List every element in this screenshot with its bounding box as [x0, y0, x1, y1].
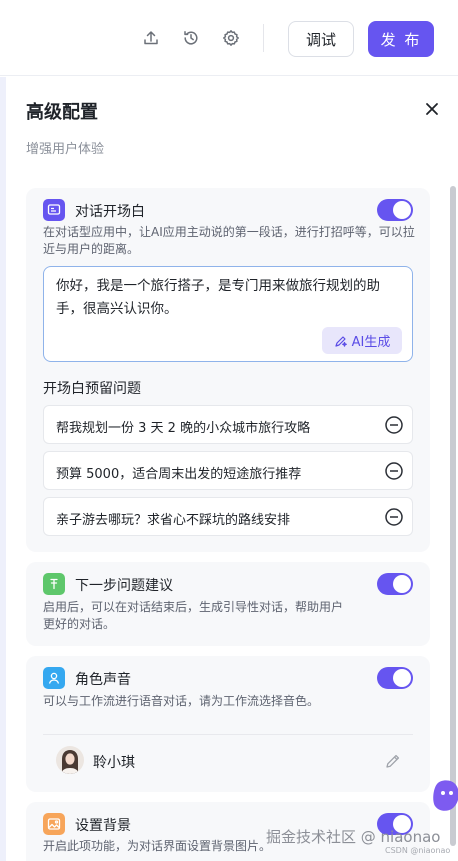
ai-generate-button[interactable]: AI生成	[322, 327, 402, 354]
preset-question-text[interactable]: 亲子游去哪玩？求省心不踩坑的路线安排	[56, 509, 290, 528]
preset-question-text[interactable]: 预算 5000，适合周末出发的短途旅行推荐	[56, 463, 301, 482]
panel-title: 高级配置	[26, 102, 98, 123]
next-step-description: 启用后，可以在对话结束后，生成引导性对话，帮助用户更好的对话。	[43, 600, 344, 631]
voice-description: 可以与工作流进行语音对话，请为工作流选择音色。	[43, 694, 320, 708]
toolbar-divider	[263, 24, 264, 52]
assistant-bot-icon[interactable]	[431, 778, 458, 812]
watermark: 掘金技术社区 @ niaonao	[266, 828, 441, 846]
watermark-sub: CSDN @niaonao	[385, 846, 451, 855]
close-icon[interactable]	[422, 99, 442, 119]
preset-question-text[interactable]: 帮我规划一份 3 天 2 晚的小众城市旅行攻略	[56, 417, 310, 436]
preset-question-item[interactable]: 帮我规划一份 3 天 2 晚的小众城市旅行攻略	[43, 405, 413, 444]
sparkle-pen-icon	[335, 335, 347, 347]
top-toolbar: 调试 发 布	[0, 0, 458, 76]
settings-icon[interactable]	[221, 28, 241, 48]
voice-name: 聆小琪	[93, 755, 135, 771]
voice-avatar	[56, 746, 84, 774]
chat-icon	[43, 199, 65, 221]
opening-text: 你好，我是一个旅行搭子，是专门用来做旅行规划的助手，很高兴认识你。	[56, 278, 380, 317]
opening-title: 对话开场白	[75, 204, 145, 220]
preset-questions-label: 开场白预留问题	[43, 381, 141, 397]
next-step-title: 下一步问题建议	[75, 578, 173, 594]
debug-button[interactable]: 调试	[288, 21, 354, 57]
opening-toggle[interactable]	[377, 199, 413, 221]
opening-text-input[interactable]: 你好，我是一个旅行搭子，是专门用来做旅行规划的助手，很高兴认识你。 AI生成	[43, 266, 413, 362]
user-icon	[43, 667, 65, 689]
preset-question-item[interactable]: 预算 5000，适合周末出发的短途旅行推荐	[43, 451, 413, 490]
upload-icon[interactable]	[141, 28, 161, 48]
remove-circle-icon[interactable]	[384, 507, 404, 527]
voice-card: 角色声音 可以与工作流进行语音对话，请为工作流选择音色。 聆小琪	[26, 656, 430, 792]
scrollbar[interactable]	[450, 186, 456, 846]
next-step-card: 下一步问题建议 启用后，可以在对话结束后，生成引导性对话，帮助用户更好的对话。	[26, 562, 430, 646]
voice-toggle[interactable]	[377, 667, 413, 689]
publish-button[interactable]: 发 布	[368, 21, 434, 57]
background-title: 设置背景	[75, 818, 131, 834]
image-icon	[43, 813, 65, 835]
opening-description: 在对话型应用中，让AI应用主动说的第一段话，进行打招呼等，可以拉近与用户的距离。	[43, 225, 415, 256]
next-step-toggle[interactable]	[377, 573, 413, 595]
remove-circle-icon[interactable]	[384, 415, 404, 435]
ai-generate-label: AI生成	[351, 335, 391, 350]
lightbulb-icon	[43, 573, 65, 595]
pencil-icon[interactable]	[384, 752, 402, 770]
panel-edge	[0, 77, 6, 861]
panel-subtitle: 增强用户体验	[26, 142, 105, 157]
opening-card: 对话开场白 在对话型应用中，让AI应用主动说的第一段话，进行打招呼等，可以拉近与…	[26, 188, 430, 552]
remove-circle-icon[interactable]	[384, 461, 404, 481]
preset-question-item[interactable]: 亲子游去哪玩？求省心不踩坑的路线安排	[43, 497, 413, 536]
voice-divider	[43, 734, 413, 735]
history-icon[interactable]	[181, 28, 201, 48]
voice-title: 角色声音	[75, 672, 131, 688]
